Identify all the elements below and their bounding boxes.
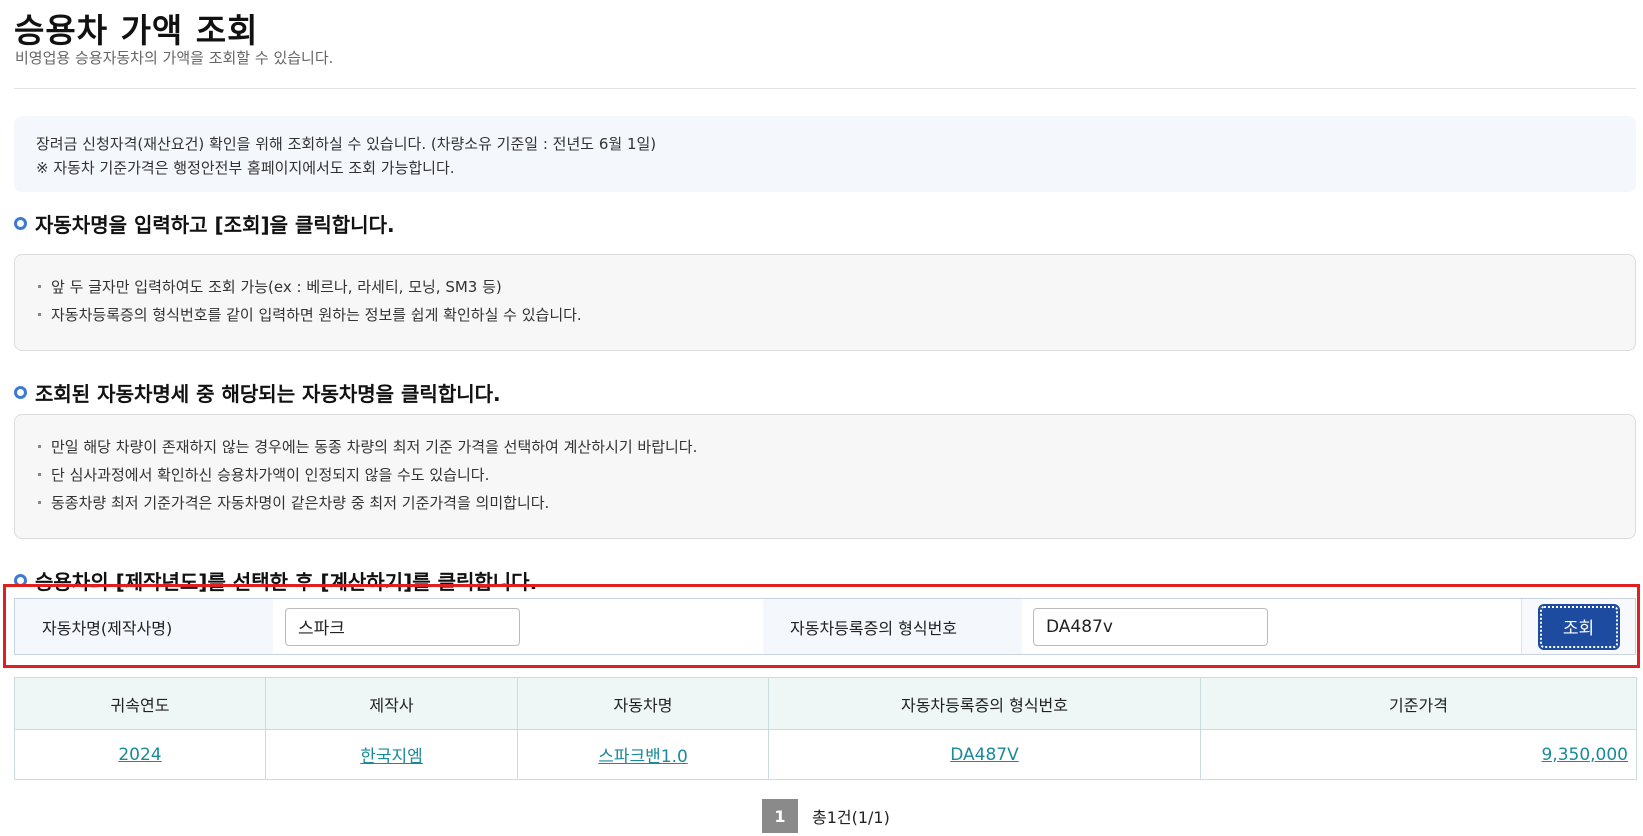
model-code-label: 자동차등록증의 형식번호 — [763, 599, 1022, 654]
table-cell: 한국지엠 — [265, 729, 518, 780]
divider — [14, 88, 1636, 89]
maker-link[interactable]: 한국지엠 — [360, 747, 423, 767]
bullet-ring-icon — [14, 386, 27, 399]
model-code-link[interactable]: DA487V — [950, 745, 1019, 765]
car-name-label: 자동차명(제작사명) — [15, 599, 273, 654]
result-table: 귀속연도 제작사 자동차명 자동차등록증의 형식번호 기준가격 2024 한국지… — [14, 677, 1637, 780]
column-header: 자동차명 — [517, 677, 769, 730]
step2-heading-text: 조회된 자동차명세 중 해당되는 자동차명을 클릭합니다. — [35, 382, 501, 406]
search-form: 자동차명(제작사명) 자동차등록증의 형식번호 조회 — [14, 598, 1636, 655]
page-subtitle: 비영업용 승용자동차의 가액을 조회할 수 있습니다. — [15, 49, 334, 67]
guide-item: 만일 해당 차량이 존재하지 않는 경우에는 동종 차량의 최저 기준 가격을 … — [37, 433, 1613, 461]
table-header-row: 귀속연도 제작사 자동차명 자동차등록증의 형식번호 기준가격 — [14, 677, 1637, 730]
table-cell: 스파크밴1.0 — [517, 729, 769, 780]
step2-heading: 조회된 자동차명세 중 해당되는 자동차명을 클릭합니다. — [14, 378, 501, 407]
table-cell: 2024 — [14, 729, 266, 780]
page-number-button[interactable]: 1 — [762, 799, 798, 833]
notice-line: ※ 자동차 기준가격은 행정안전부 홈페이지에서도 조회 가능합니다. — [36, 159, 455, 177]
step2-guide-box: 만일 해당 차량이 존재하지 않는 경우에는 동종 차량의 최저 기준 가격을 … — [14, 414, 1636, 539]
notice-line: 장려금 신청자격(재산요건) 확인을 위해 조회하실 수 있습니다. (차량소유… — [36, 135, 657, 153]
table-cell: 9,350,000 — [1200, 729, 1637, 780]
step1-heading-text: 자동차명을 입력하고 [조회]을 클릭합니다. — [35, 213, 395, 237]
car-name-cell — [273, 599, 763, 654]
guide-item: 동종차량 최저 기준가격은 자동차명이 같은차량 중 최저 기준가격을 의미합니… — [37, 489, 1613, 517]
pagination: 1 총1건(1/1) — [762, 799, 890, 833]
page-title: 승용차 가액 조회 — [14, 11, 259, 50]
guide-item: 자동차등록증의 형식번호를 같이 입력하면 원하는 정보를 쉽게 확인하실 수 … — [37, 301, 1613, 329]
column-header: 기준가격 — [1200, 677, 1637, 730]
search-button-cell: 조회 — [1521, 599, 1635, 654]
table-cell: DA487V — [768, 729, 1201, 780]
bullet-ring-icon — [14, 217, 27, 230]
notice-box: 장려금 신청자격(재산요건) 확인을 위해 조회하실 수 있습니다. (차량소유… — [14, 116, 1636, 192]
model-code-input[interactable] — [1033, 607, 1268, 646]
step1-guide-box: 앞 두 글자만 입력하여도 조회 가능(ex : 베르나, 라세티, 모닝, S… — [14, 254, 1636, 351]
search-button[interactable]: 조회 — [1537, 603, 1620, 650]
column-header: 귀속연도 — [14, 677, 266, 730]
car-name-input[interactable] — [285, 607, 520, 646]
column-header: 자동차등록증의 형식번호 — [768, 677, 1201, 730]
model-code-cell — [1022, 599, 1512, 654]
table-row: 2024 한국지엠 스파크밴1.0 DA487V 9,350,000 — [14, 729, 1637, 780]
guide-item: 앞 두 글자만 입력하여도 조회 가능(ex : 베르나, 라세티, 모닝, S… — [37, 273, 1613, 301]
price-link[interactable]: 9,350,000 — [1541, 745, 1628, 765]
guide-item: 단 심사과정에서 확인하신 승용차가액이 인정되지 않을 수도 있습니다. — [37, 461, 1613, 489]
column-header: 제작사 — [265, 677, 518, 730]
step1-heading: 자동차명을 입력하고 [조회]을 클릭합니다. — [14, 209, 395, 238]
page-total-text: 총1건(1/1) — [812, 808, 890, 827]
year-link[interactable]: 2024 — [118, 745, 161, 765]
car-name-link[interactable]: 스파크밴1.0 — [598, 747, 688, 767]
